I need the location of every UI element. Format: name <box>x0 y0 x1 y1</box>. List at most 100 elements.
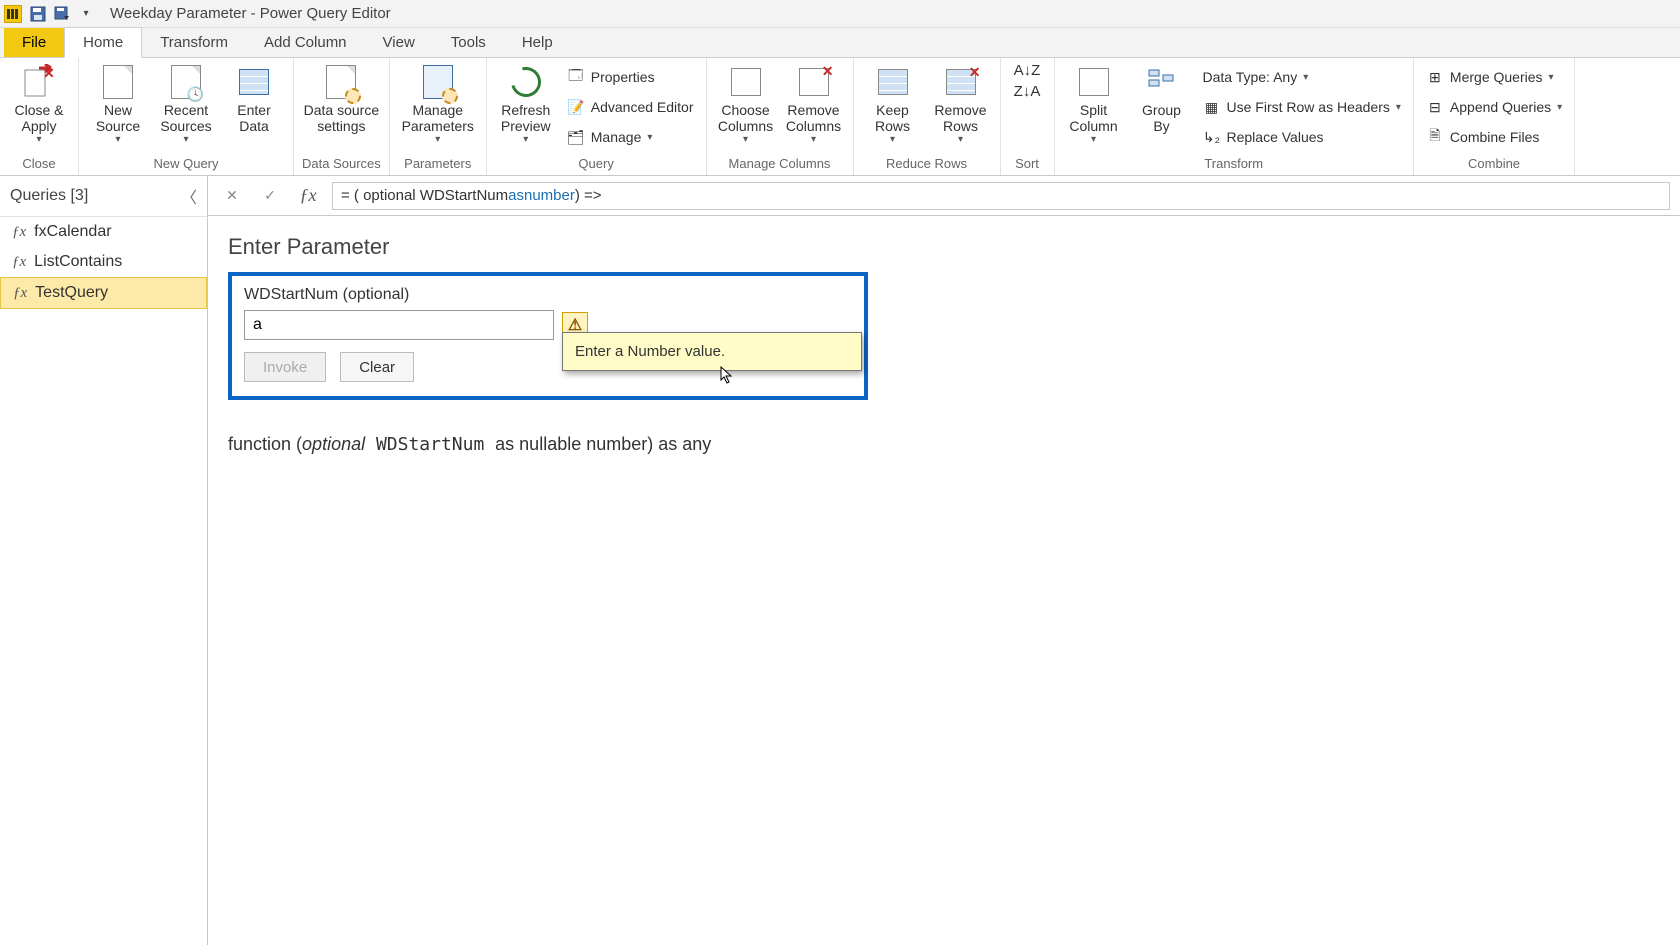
refresh-icon <box>508 64 544 100</box>
recent-sources-label: Recent Sources <box>160 102 211 134</box>
queries-header-label: Queries [3] <box>10 187 88 205</box>
combine-files-button[interactable]: 🗎Combine Files <box>1422 124 1566 150</box>
queries-header[interactable]: Queries [3] 〈 <box>0 176 207 217</box>
function-icon: ƒx <box>12 224 26 241</box>
advanced-editor-button[interactable]: 📝Advanced Editor <box>563 94 698 120</box>
keep-rows-icon <box>875 64 911 100</box>
group-combine: ⊞ Merge Queries ⊟Append Queries 🗎Combine … <box>1414 58 1575 175</box>
tab-home[interactable]: Home <box>64 27 142 58</box>
replace-values-icon: ↳₂ <box>1203 128 1221 146</box>
tab-tools[interactable]: Tools <box>433 28 504 57</box>
properties-button[interactable]: 🗔Properties <box>563 64 698 90</box>
sig-rest: as nullable number) as any <box>495 434 711 454</box>
query-item-testquery[interactable]: ƒx TestQuery <box>0 277 207 309</box>
formula-bar: ✕ ✓ ƒx = ( optional WDStartNum as number… <box>208 176 1680 216</box>
split-column-button[interactable]: Split Column <box>1063 62 1125 146</box>
merge-queries-icon: ⊞ <box>1426 68 1444 86</box>
merge-queries-button[interactable]: ⊞ Merge Queries <box>1422 64 1566 90</box>
recent-sources-button[interactable]: 🕓 Recent Sources <box>155 62 217 146</box>
clear-button[interactable]: Clear <box>340 352 414 382</box>
tab-view[interactable]: View <box>365 28 433 57</box>
group-sort: A↓Z Z↓A Sort <box>1001 58 1055 175</box>
remove-columns-button[interactable]: ✕ Remove Columns <box>783 62 845 146</box>
data-source-settings-label: Data source settings <box>304 102 379 134</box>
enter-data-icon <box>236 64 272 100</box>
sort-desc-button[interactable]: Z↓A <box>1014 83 1041 100</box>
group-by-button[interactable]: Group By <box>1131 62 1193 134</box>
formula-input[interactable]: = ( optional WDStartNum as number ) => <box>332 182 1670 210</box>
tab-file[interactable]: File <box>4 28 64 57</box>
group-manage-columns-label: Manage Columns <box>715 154 845 175</box>
new-source-button[interactable]: New Source <box>87 62 149 146</box>
split-column-label: Split Column <box>1069 102 1117 134</box>
sig-pre: function ( <box>228 434 302 454</box>
canvas: Enter Parameter WDStartNum (optional) ⚠ … <box>208 216 1680 473</box>
keep-rows-label: Keep Rows <box>875 102 910 134</box>
ribbon: ✕ Close & Apply Close New Source 🕓 Recen… <box>0 58 1680 176</box>
ribbon-tab-strip: File Home Transform Add Column View Tool… <box>0 28 1680 58</box>
remove-rows-button[interactable]: ✕ Remove Rows <box>930 62 992 146</box>
group-data-sources: Data source settings Data Sources <box>294 58 390 175</box>
tab-help[interactable]: Help <box>504 28 571 57</box>
replace-values-button[interactable]: ↳₂ Replace Values <box>1199 124 1405 150</box>
content-area: ✕ ✓ ƒx = ( optional WDStartNum as number… <box>208 176 1680 945</box>
formula-commit-button[interactable]: ✓ <box>256 182 284 210</box>
function-icon: ƒx <box>13 285 27 302</box>
data-source-settings-icon <box>323 64 359 100</box>
group-parameters: Manage Parameters Parameters <box>390 58 487 175</box>
refresh-preview-button[interactable]: Refresh Preview <box>495 62 557 146</box>
group-data-sources-label: Data Sources <box>302 154 381 175</box>
enter-data-button[interactable]: Enter Data <box>223 62 285 134</box>
first-row-headers-button[interactable]: ▦ Use First Row as Headers <box>1199 94 1405 120</box>
workspace: Queries [3] 〈 ƒx fxCalendar ƒx ListConta… <box>0 176 1680 945</box>
manage-parameters-label: Manage Parameters <box>402 102 474 134</box>
choose-columns-label: Choose Columns <box>718 102 773 134</box>
sig-optional: optional <box>302 434 365 454</box>
group-close: ✕ Close & Apply Close <box>0 58 79 175</box>
formula-text-end: ) => <box>575 187 602 204</box>
formula-fx-icon[interactable]: ƒx <box>294 182 322 210</box>
append-queries-button[interactable]: ⊟Append Queries <box>1422 94 1566 120</box>
validation-tooltip: Enter a Number value. <box>562 332 862 371</box>
invoke-button[interactable]: Invoke <box>244 352 326 382</box>
function-signature: function (optional WDStartNum as nullabl… <box>228 434 1660 455</box>
merge-queries-label: Merge Queries <box>1450 69 1543 85</box>
replace-values-label: Replace Values <box>1227 129 1324 145</box>
query-item-label: ListContains <box>34 253 122 271</box>
new-source-label: New Source <box>96 102 140 134</box>
query-item-listcontains[interactable]: ƒx ListContains <box>0 247 207 277</box>
qat-save-icon[interactable] <box>28 4 48 24</box>
group-transform: Split Column Group By Data Type: Any ▦ Us… <box>1055 58 1414 175</box>
formula-keyword-as: as <box>508 187 524 204</box>
manage-button[interactable]: 🗂Manage <box>563 124 698 150</box>
group-combine-label: Combine <box>1422 154 1566 175</box>
keep-rows-button[interactable]: Keep Rows <box>862 62 924 146</box>
data-type-label: Data Type: Any <box>1203 69 1298 85</box>
headers-icon: ▦ <box>1203 98 1221 116</box>
cursor-icon <box>720 366 734 384</box>
qat-save-as-icon[interactable] <box>52 4 72 24</box>
parameter-input[interactable] <box>244 310 554 340</box>
title-bar: ▾ Weekday Parameter - Power Query Editor <box>0 0 1680 28</box>
first-row-headers-label: Use First Row as Headers <box>1227 99 1390 115</box>
group-close-label: Close <box>8 154 70 175</box>
manage-icon: 🗂 <box>567 128 585 146</box>
tab-add-column[interactable]: Add Column <box>246 28 365 57</box>
query-item-fxcalendar[interactable]: ƒx fxCalendar <box>0 217 207 247</box>
formula-keyword-number: number <box>524 187 575 204</box>
parameter-label: WDStartNum (optional) <box>244 286 852 304</box>
tab-transform[interactable]: Transform <box>142 28 246 57</box>
sort-asc-button[interactable]: A↓Z <box>1014 62 1041 79</box>
manage-parameters-icon <box>420 64 456 100</box>
group-parameters-label: Parameters <box>398 154 478 175</box>
qat-dropdown-icon[interactable]: ▾ <box>76 4 96 24</box>
manage-parameters-button[interactable]: Manage Parameters <box>398 62 478 146</box>
close-apply-button[interactable]: ✕ Close & Apply <box>8 62 70 146</box>
data-type-button[interactable]: Data Type: Any <box>1199 64 1405 90</box>
queries-pane: Queries [3] 〈 ƒx fxCalendar ƒx ListConta… <box>0 176 208 945</box>
choose-columns-button[interactable]: Choose Columns <box>715 62 777 146</box>
collapse-pane-icon[interactable]: 〈 <box>181 184 197 208</box>
group-by-label: Group By <box>1142 102 1181 134</box>
formula-cancel-button[interactable]: ✕ <box>218 182 246 210</box>
data-source-settings-button[interactable]: Data source settings <box>302 62 380 134</box>
